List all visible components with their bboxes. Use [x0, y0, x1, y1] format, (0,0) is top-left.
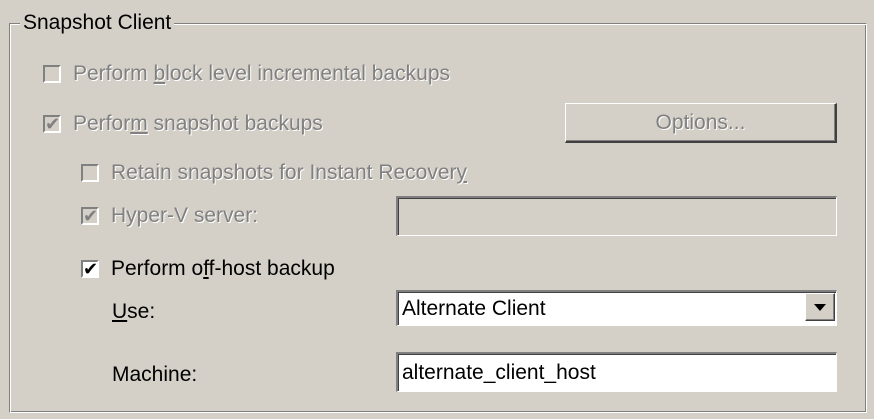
- hyperv-server-field[interactable]: [396, 196, 837, 236]
- retain-snapshots-row[interactable]: Retain snapshots for Instant Recovery: [81, 160, 467, 186]
- hyperv-row[interactable]: ✔ Hyper-V server:: [81, 203, 258, 229]
- snapshot-backups-label: Perform snapshot backups: [73, 112, 323, 135]
- machine-input[interactable]: alternate_client_host: [396, 352, 837, 392]
- checkmark-icon: ✔: [45, 114, 61, 134]
- machine-input-value: alternate_client_host: [402, 360, 596, 384]
- groupbox-title: Snapshot Client: [20, 10, 175, 36]
- snapshot-backups-row[interactable]: ✔ Perform snapshot backups: [43, 111, 323, 137]
- block-level-label: Perform block level incremental backups: [73, 62, 451, 85]
- offhost-checkbox[interactable]: ✔: [81, 259, 99, 279]
- block-level-row[interactable]: Perform block level incremental backups: [43, 61, 450, 87]
- block-level-checkbox[interactable]: [43, 65, 61, 83]
- triangle-down-icon: [814, 304, 826, 311]
- hyperv-label: Hyper-V server:: [111, 204, 259, 227]
- retain-snapshots-label: Retain snapshots for Instant Recovery: [111, 161, 468, 184]
- use-label: Use:: [112, 300, 156, 323]
- checkmark-icon: ✔: [83, 259, 99, 279]
- options-button-label: Options...: [655, 110, 746, 134]
- retain-snapshots-checkbox[interactable]: [81, 164, 99, 182]
- options-button[interactable]: Options...: [565, 103, 837, 143]
- use-dropdown-value: Alternate Client: [402, 296, 546, 320]
- hyperv-checkbox[interactable]: ✔: [81, 206, 99, 226]
- checkmark-icon: ✔: [83, 206, 99, 226]
- machine-label: Machine:: [112, 363, 198, 386]
- dropdown-arrow-button[interactable]: [805, 293, 835, 321]
- snapshot-backups-checkbox[interactable]: ✔: [43, 114, 61, 134]
- offhost-label: Perform off-host backup: [111, 257, 335, 280]
- use-dropdown[interactable]: Alternate Client: [396, 290, 837, 326]
- snapshot-client-panel: Snapshot Client Perform block level incr…: [0, 0, 874, 419]
- offhost-row[interactable]: ✔ Perform off-host backup: [81, 256, 335, 282]
